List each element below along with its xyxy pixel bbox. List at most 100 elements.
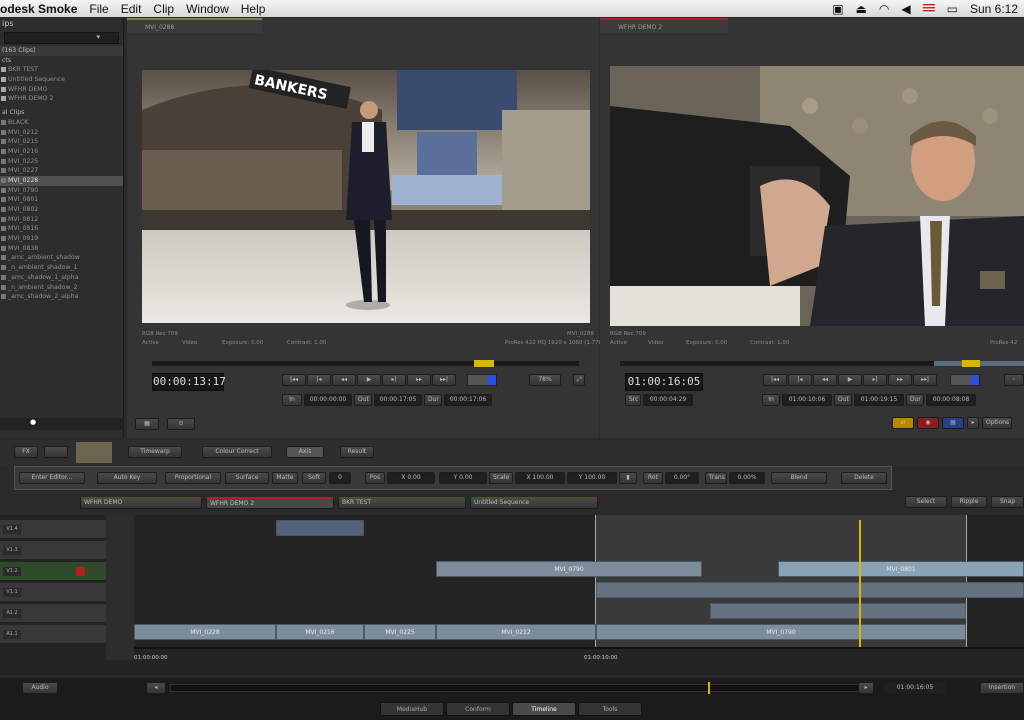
replace-icon[interactable]: ▤: [942, 417, 964, 429]
battery-icon[interactable]: ▭: [947, 2, 958, 16]
dur-timecode[interactable]: 00:00:17:06: [444, 394, 492, 406]
options-button[interactable]: Options: [982, 417, 1012, 429]
volume-icon[interactable]: ◀: [901, 2, 910, 16]
src-timecode[interactable]: 00:00:04:29: [643, 394, 693, 406]
clip-item[interactable]: MVI_0812: [0, 215, 123, 225]
ripple-tool[interactable]: Ripple: [951, 496, 987, 508]
auto-key-button[interactable]: Auto Key: [97, 472, 157, 484]
display-icon[interactable]: ▣: [832, 2, 843, 16]
segment-mvi0801[interactable]: MVI_0801: [778, 561, 1024, 577]
menu-edit[interactable]: Edit: [121, 2, 142, 16]
matte-button[interactable]: Matte: [272, 472, 298, 484]
menu-window[interactable]: Window: [186, 2, 229, 16]
audio-select[interactable]: Audio: [22, 682, 58, 694]
sequences-folder[interactable]: cts: [0, 56, 123, 66]
tab-untitled-sequence[interactable]: Untitled Sequence: [470, 497, 598, 509]
menu-help[interactable]: Help: [241, 2, 266, 16]
source-mode-toggle[interactable]: [467, 374, 497, 386]
source-timecode[interactable]: 00:00:13:17: [152, 373, 226, 391]
scale-x-field[interactable]: X 100.00: [515, 472, 565, 484]
clip-item[interactable]: _n_ambient_shadow_1: [0, 263, 123, 273]
clip-item[interactable]: _amc_shadow_2_alpha: [0, 292, 123, 302]
clip-item[interactable]: BLACK: [0, 118, 123, 128]
out-timecode[interactable]: 01:00:19:15: [854, 394, 904, 406]
source-playhead[interactable]: [474, 360, 494, 367]
edit-mode-select[interactable]: Insertion: [980, 682, 1024, 694]
tab-conform[interactable]: Conform: [446, 702, 510, 716]
segment-mvi0790[interactable]: MVI_0790: [596, 624, 966, 640]
eject-icon[interactable]: ⏏: [856, 2, 867, 16]
result-button[interactable]: Result: [340, 446, 374, 458]
clip-item[interactable]: _n_ambient_shadow_2: [0, 283, 123, 293]
scroll-right-icon[interactable]: ▸: [858, 682, 874, 694]
blend-select[interactable]: Blend: [771, 472, 827, 484]
out-timecode[interactable]: 00:00:17:05: [374, 394, 422, 406]
insert-icon[interactable]: ⇄: [892, 417, 914, 429]
list-item[interactable]: BKR TEST: [0, 65, 123, 75]
record-mode-toggle[interactable]: [950, 374, 980, 386]
track-a12[interactable]: A1.2: [0, 604, 106, 623]
overwrite-icon[interactable]: ◉: [917, 417, 939, 429]
clip-item[interactable]: MVI_0225: [0, 157, 123, 167]
tab-source[interactable]: MVI_0288: [127, 18, 262, 33]
delete-button[interactable]: Delete: [841, 472, 887, 484]
forward-button[interactable]: ▸▸: [888, 374, 912, 386]
tab-wfhr-demo-2[interactable]: WFHR DEMO 2: [206, 497, 334, 509]
track-v11[interactable]: V1.1: [0, 583, 106, 602]
mark-out-button[interactable]: Out: [354, 394, 372, 406]
segment-mvi0790-top[interactable]: MVI_0790: [436, 561, 702, 577]
zoom-select[interactable]: 78%: [529, 374, 561, 386]
flag-icon[interactable]: [922, 4, 935, 13]
proportional-button[interactable]: Proportional: [165, 472, 221, 484]
play-button[interactable]: ▶: [838, 374, 862, 386]
app-menu[interactable]: odesk Smoke: [0, 2, 77, 16]
fx-blank-button[interactable]: [44, 446, 68, 458]
snap-tool[interactable]: Snap: [991, 496, 1024, 508]
track-v13[interactable]: V1.3: [0, 541, 106, 560]
tab-record[interactable]: WFHR DEMO 2: [600, 18, 728, 33]
tab-timeline[interactable]: Timeline: [512, 702, 576, 716]
enter-editor-button[interactable]: Enter Editor...: [19, 472, 85, 484]
clips-folder[interactable]: al Clips: [0, 108, 123, 118]
surface-button[interactable]: Surface: [225, 472, 269, 484]
in-timecode[interactable]: 01:00:10:06: [782, 394, 832, 406]
record-timecode[interactable]: 01:00:16:05: [625, 373, 703, 391]
segment-top[interactable]: [276, 520, 364, 536]
clock[interactable]: Sun 6:12: [970, 2, 1018, 16]
mark-in-button[interactable]: In: [762, 394, 780, 406]
view-mode-button[interactable]: ⊙: [167, 418, 195, 430]
record-icon[interactable]: [76, 567, 85, 576]
next-frame-button[interactable]: ▸|: [382, 374, 406, 386]
layout-button[interactable]: ▦: [135, 418, 159, 430]
clip-item[interactable]: MVI_0816: [0, 224, 123, 234]
soft-field[interactable]: 0: [329, 472, 351, 484]
record-image[interactable]: [610, 66, 1024, 326]
track-v12[interactable]: V1.2: [0, 562, 106, 581]
source-scrubber[interactable]: [152, 361, 579, 366]
lock-icon[interactable]: ▮: [619, 472, 637, 484]
clip-item[interactable]: _amc_shadow_1_alpha: [0, 273, 123, 283]
mark-out-button[interactable]: Out: [834, 394, 852, 406]
scroll-left-icon[interactable]: ◂: [146, 682, 166, 694]
scale-y-field[interactable]: Y 100.00: [567, 472, 617, 484]
track-v14[interactable]: V1.4: [0, 520, 106, 539]
trans-field[interactable]: 0.00%: [729, 472, 765, 484]
colour-correct-button[interactable]: Colour Correct: [202, 446, 272, 458]
clip-item[interactable]: MVI_0802: [0, 205, 123, 215]
timeline-scrollbar[interactable]: [170, 684, 860, 692]
timeline-playhead[interactable]: [859, 520, 861, 648]
go-to-start-button[interactable]: |◂◂: [282, 374, 306, 386]
segment-mvi0228[interactable]: MVI_0228: [134, 624, 276, 640]
rewind-button[interactable]: ◂◂: [813, 374, 837, 386]
dur-timecode[interactable]: 00:00:08:08: [926, 394, 976, 406]
clip-item[interactable]: MVI_0801: [0, 195, 123, 205]
library-dropdown[interactable]: ▾: [4, 32, 119, 44]
prev-frame-button[interactable]: |◂: [307, 374, 331, 386]
timewarp-button[interactable]: Timewarp: [128, 446, 182, 458]
tab-mediahub[interactable]: MediaHub: [380, 702, 444, 716]
clip-item[interactable]: MVI_0227: [0, 166, 123, 176]
segment-mvi0216[interactable]: MVI_0216: [276, 624, 364, 640]
prev-frame-button[interactable]: |◂: [788, 374, 812, 386]
tab-bkr-test[interactable]: BKR TEST: [338, 497, 466, 509]
axis-button[interactable]: Axis: [286, 446, 324, 458]
